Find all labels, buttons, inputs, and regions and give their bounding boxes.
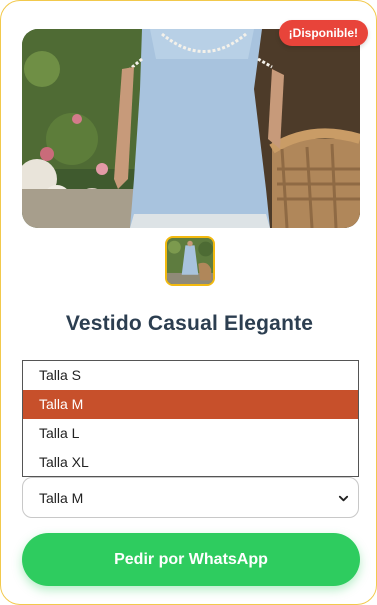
- product-card: ¡Disponible! Vestido Casual Elegante Tal…: [0, 0, 377, 605]
- size-select-value: Talla M: [39, 490, 84, 506]
- product-image[interactable]: [22, 29, 360, 228]
- size-option-s[interactable]: Talla S: [23, 361, 358, 390]
- size-option-xl[interactable]: Talla XL: [23, 448, 358, 477]
- size-options-list[interactable]: Talla S Talla M Talla L Talla XL: [22, 360, 359, 477]
- product-title: Vestido Casual Elegante: [65, 312, 314, 335]
- availability-badge: ¡Disponible!: [278, 20, 368, 46]
- whatsapp-order-button[interactable]: Pedir por WhatsApp: [22, 533, 360, 586]
- size-option-m[interactable]: Talla M: [23, 390, 358, 419]
- chevron-down-icon: [338, 495, 349, 502]
- size-select[interactable]: Talla M: [22, 477, 359, 518]
- size-option-l[interactable]: Talla L: [23, 419, 358, 448]
- product-thumbnail[interactable]: [165, 236, 215, 286]
